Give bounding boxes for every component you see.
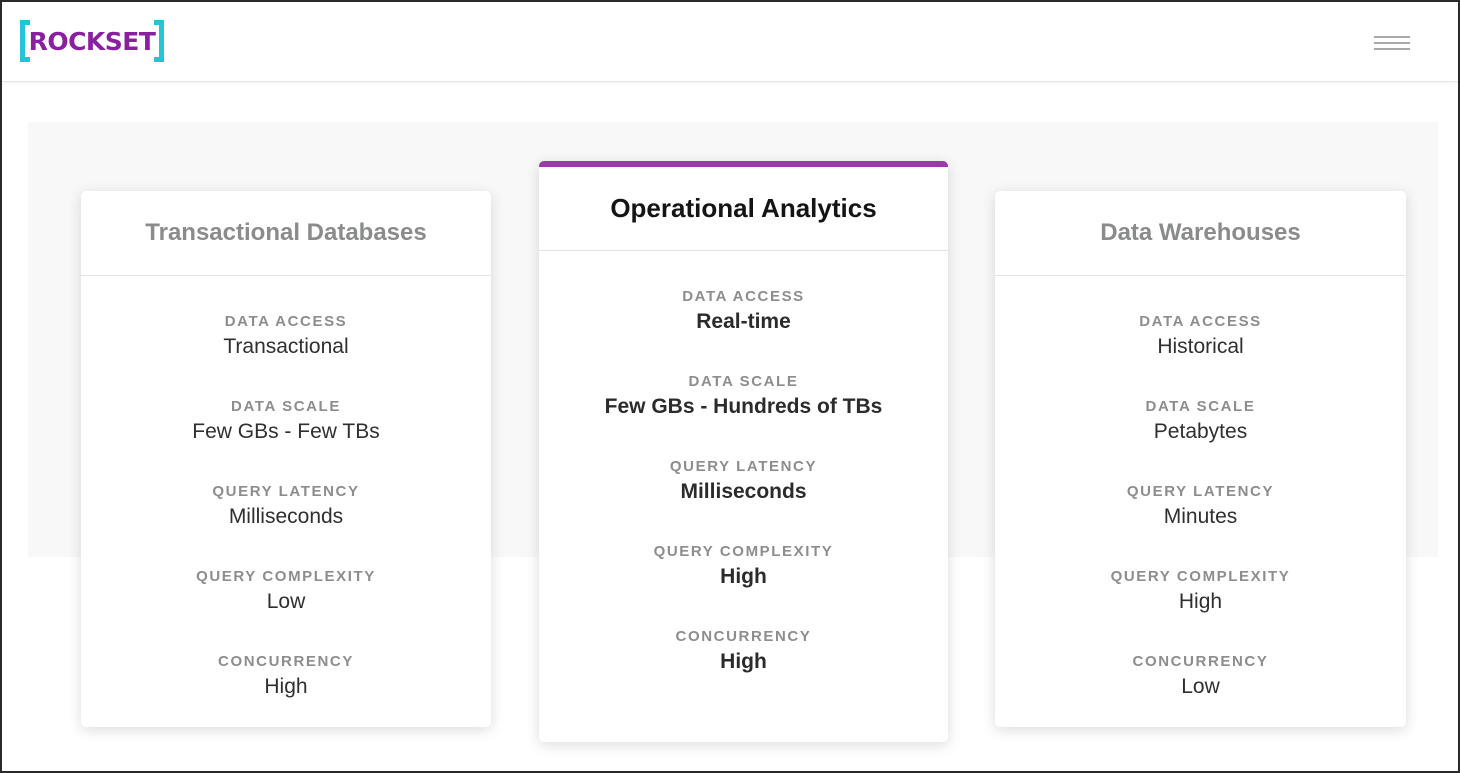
metric-label: CONCURRENCY — [675, 628, 812, 645]
metric-value: Petabytes — [1153, 420, 1248, 443]
metric-label: DATA SCALE — [231, 398, 341, 415]
metric-label: CONCURRENCY — [1132, 653, 1269, 670]
metric-data-scale: DATA SCALE Petabytes — [995, 397, 1406, 482]
metric-concurrency: CONCURRENCY High — [81, 652, 491, 737]
metric-data-scale: DATA SCALE Few GBs - Few TBs — [81, 397, 491, 482]
metric-label: DATA SCALE — [1145, 398, 1256, 415]
metric-list: DATA ACCESS Historical DATA SCALE Petaby… — [995, 276, 1406, 737]
card-title: Transactional Databases — [81, 191, 491, 276]
metric-list: DATA ACCESS Transactional DATA SCALE Few… — [81, 276, 491, 737]
metric-concurrency: CONCURRENCY Low — [995, 652, 1406, 737]
metric-label: QUERY LATENCY — [669, 458, 818, 475]
metric-label: QUERY COMPLEXITY — [653, 543, 834, 560]
metric-label: QUERY LATENCY — [212, 483, 360, 500]
metric-data-scale: DATA SCALE Few GBs - Hundreds of TBs — [539, 372, 948, 457]
metric-value: Few GBs - Hundreds of TBs — [604, 395, 883, 418]
metric-label: DATA ACCESS — [224, 313, 348, 330]
metric-value: Low — [266, 590, 306, 613]
metric-value: Historical — [1157, 335, 1244, 358]
metric-value: Milliseconds — [680, 480, 807, 503]
menu-line — [1374, 48, 1410, 50]
metric-query-latency: QUERY LATENCY Milliseconds — [539, 457, 948, 542]
card-title: Operational Analytics — [539, 167, 948, 251]
metric-value: High — [720, 650, 767, 673]
metric-value: Few GBs - Few TBs — [192, 420, 380, 443]
metric-value: High — [720, 565, 767, 588]
metric-query-latency: QUERY LATENCY Milliseconds — [81, 482, 491, 567]
metric-list: DATA ACCESS Real-time DATA SCALE Few GBs… — [539, 251, 948, 712]
logo-wordmark: ROCKSET — [28, 26, 156, 56]
metric-label: CONCURRENCY — [218, 653, 354, 670]
metric-value: Low — [1181, 675, 1220, 698]
metric-value: Milliseconds — [228, 505, 344, 528]
metric-value: Minutes — [1163, 505, 1238, 528]
card-transactional-databases: Transactional Databases DATA ACCESS Tran… — [81, 191, 491, 727]
metric-label: DATA ACCESS — [1139, 313, 1262, 330]
metric-query-complexity: QUERY COMPLEXITY Low — [81, 567, 491, 652]
metric-label: DATA SCALE — [688, 373, 799, 390]
menu-line — [1374, 42, 1410, 44]
metric-label: QUERY COMPLEXITY — [196, 568, 376, 585]
metric-value: High — [1178, 590, 1223, 613]
metric-value: Transactional — [223, 335, 349, 358]
metric-label: DATA ACCESS — [682, 288, 805, 305]
metric-query-latency: QUERY LATENCY Minutes — [995, 482, 1406, 567]
logo-left-bracket — [20, 20, 30, 62]
metric-label: QUERY LATENCY — [1126, 483, 1275, 500]
metric-query-complexity: QUERY COMPLEXITY High — [539, 542, 948, 627]
metric-label: QUERY COMPLEXITY — [1110, 568, 1291, 585]
card-data-warehouses: Data Warehouses DATA ACCESS Historical D… — [995, 191, 1406, 727]
rockset-logo[interactable]: ROCKSET — [20, 20, 164, 62]
page-frame: ROCKSET Transactional Databases DATA ACC… — [0, 0, 1460, 773]
card-title: Data Warehouses — [995, 191, 1406, 276]
menu-line — [1374, 36, 1410, 38]
metric-concurrency: CONCURRENCY High — [539, 627, 948, 712]
metric-data-access: DATA ACCESS Transactional — [81, 312, 491, 397]
card-operational-analytics: Operational Analytics DATA ACCESS Real-t… — [539, 161, 948, 742]
metric-value: Real-time — [696, 310, 791, 333]
hamburger-menu-icon[interactable] — [1374, 36, 1410, 50]
metric-query-complexity: QUERY COMPLEXITY High — [995, 567, 1406, 652]
metric-data-access: DATA ACCESS Real-time — [539, 287, 948, 372]
logo-right-bracket — [154, 20, 164, 62]
metric-data-access: DATA ACCESS Historical — [995, 312, 1406, 397]
site-header: ROCKSET — [2, 2, 1458, 82]
metric-value: High — [264, 675, 308, 698]
